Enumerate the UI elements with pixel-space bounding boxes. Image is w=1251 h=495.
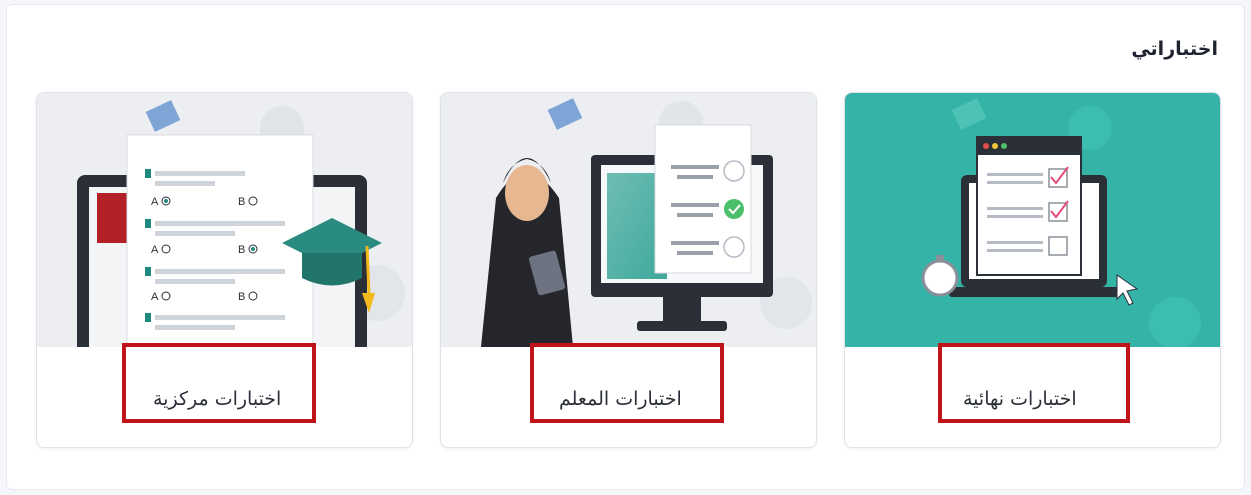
highlight-frame xyxy=(122,343,316,423)
card-final-exams[interactable]: اختبارات نهائية xyxy=(844,92,1221,448)
highlight-frame xyxy=(938,343,1130,423)
answer-a-label: A xyxy=(151,196,159,208)
card-central-exams-label: اختبارات مركزية xyxy=(153,388,282,410)
teacher-exams-illustration xyxy=(441,93,816,347)
answer-a-label: A xyxy=(151,291,159,303)
central-exams-illustration: A B A B A B xyxy=(37,93,412,347)
final-exams-illustration xyxy=(845,93,1220,347)
highlight-frame xyxy=(530,343,724,423)
answer-b-label: B xyxy=(238,244,245,256)
answer-a-label: A xyxy=(151,244,159,256)
section-title: اختباراتي xyxy=(1131,38,1218,60)
card-central-exams[interactable]: A B A B A B اختبارات مركزية xyxy=(36,92,413,448)
card-teacher-exams-label: اختبارات المعلم xyxy=(559,388,682,410)
answer-b-label: B xyxy=(238,291,245,303)
card-final-exams-label: اختبارات نهائية xyxy=(963,388,1077,410)
answer-b-label: B xyxy=(238,196,245,208)
card-teacher-exams[interactable]: اختبارات المعلم xyxy=(440,92,817,448)
